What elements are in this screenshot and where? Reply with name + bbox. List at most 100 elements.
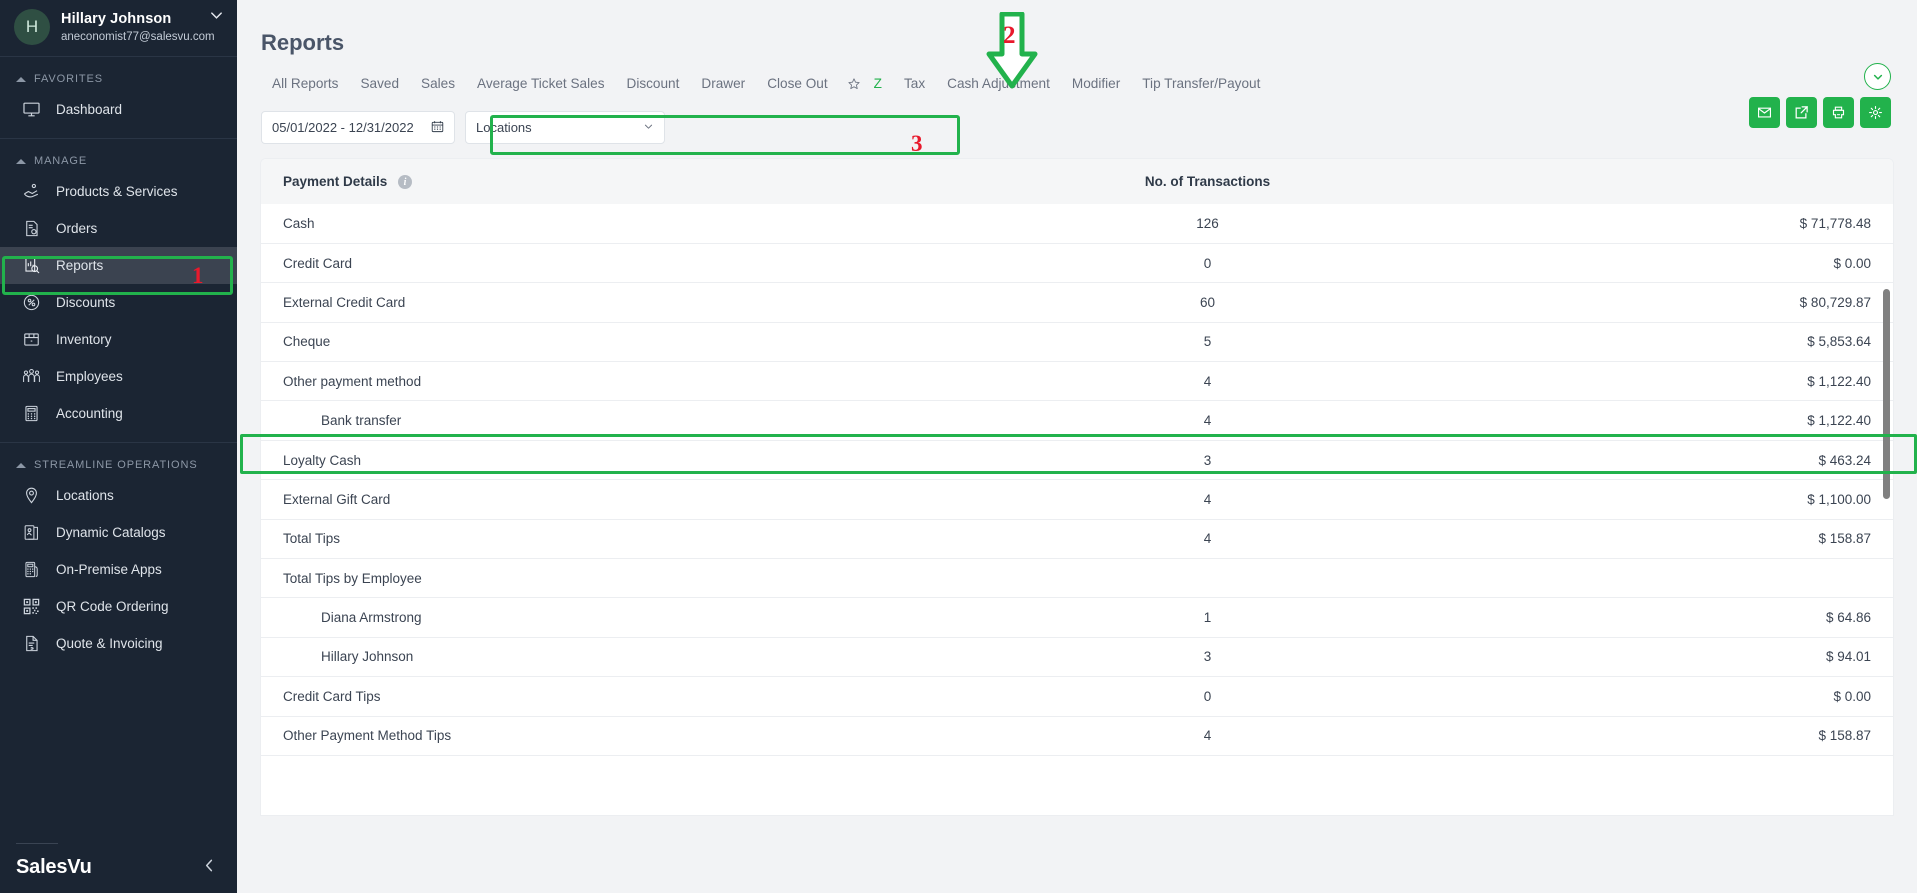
sidebar-group-favorites[interactable]: FAVORITES — [0, 57, 237, 91]
expand-tabs-button[interactable] — [1864, 63, 1891, 90]
table-row[interactable]: External Gift Card4$ 1,100.00 — [261, 480, 1893, 519]
sidebar-item-label: Discounts — [56, 295, 115, 310]
table-row[interactable]: Credit Card Tips0$ 0.00 — [261, 677, 1893, 716]
cell-transaction-count: 4 — [979, 401, 1436, 440]
user-profile[interactable]: H Hillary Johnson aneconomist77@salesvu.… — [0, 0, 237, 57]
chevron-left-icon[interactable] — [202, 858, 223, 878]
tab-drawer[interactable]: Drawer — [690, 72, 756, 97]
cell-transaction-count: 4 — [979, 480, 1436, 519]
tab-close-out[interactable]: Close Out — [756, 72, 838, 97]
sidebar-item-label: QR Code Ordering — [56, 599, 169, 614]
cell-amount: $ 1,100.00 — [1436, 480, 1893, 519]
email-button[interactable] — [1749, 97, 1780, 128]
star-icon[interactable] — [839, 73, 863, 97]
table-row[interactable]: Cheque5$ 5,853.64 — [261, 322, 1893, 361]
table-row[interactable]: Total Tips4$ 158.87 — [261, 519, 1893, 558]
table-header: Payment Details i No. of Transactions — [261, 159, 1893, 204]
sidebar-item-quote-invoicing[interactable]: Quote & Invoicing — [0, 625, 237, 662]
sidebar-group-streamline-operations[interactable]: STREAMLINE OPERATIONS — [0, 443, 237, 477]
filter-bar: 05/01/2022 - 12/31/2022 Locations — [237, 97, 1917, 144]
cell-transaction-count: 0 — [979, 243, 1436, 282]
table-row[interactable]: Loyalty Cash3$ 463.24 — [261, 440, 1893, 479]
cell-amount: $ 1,122.40 — [1436, 362, 1893, 401]
user-name: Hillary Johnson — [61, 10, 223, 28]
cell-transaction-count: 60 — [979, 283, 1436, 322]
date-range-input[interactable]: 05/01/2022 - 12/31/2022 — [261, 111, 455, 144]
table-row[interactable]: Credit Card0$ 0.00 — [261, 243, 1893, 282]
chevron-down-icon[interactable] — [209, 8, 224, 27]
qr-icon — [20, 596, 42, 618]
table-row[interactable]: External Credit Card60$ 80,729.87 — [261, 283, 1893, 322]
user-email: aneconomist77@salesvu.com — [61, 30, 223, 44]
info-icon[interactable]: i — [398, 175, 412, 189]
export-button[interactable] — [1786, 97, 1817, 128]
table-row[interactable]: Other payment method4$ 1,122.40 — [261, 362, 1893, 401]
table-row[interactable]: Diana Armstrong1$ 64.86 — [261, 598, 1893, 637]
cell-payment-detail: Hillary Johnson — [261, 637, 979, 676]
cell-amount: $ 94.01 — [1436, 637, 1893, 676]
locations-value: Locations — [476, 120, 532, 135]
sidebar-item-employees[interactable]: Employees — [0, 358, 237, 395]
table-row[interactable]: Bank transfer4$ 1,122.40 — [261, 401, 1893, 440]
brand-logo: SalesVu — [16, 856, 92, 879]
sidebar-item-accounting[interactable]: Accounting — [0, 395, 237, 432]
sidebar-item-products-services[interactable]: Products & Services — [0, 173, 237, 210]
group-label-text: FAVORITES — [34, 73, 103, 85]
table-row[interactable]: Total Tips by Employee — [261, 559, 1893, 598]
sidebar-item-on-premise-apps[interactable]: On-Premise Apps — [0, 551, 237, 588]
employees-icon — [20, 366, 42, 388]
tab-sales[interactable]: Sales — [410, 72, 466, 97]
vertical-scrollbar[interactable] — [1883, 289, 1890, 499]
cell-amount: $ 1,122.40 — [1436, 401, 1893, 440]
tab-tip-transfer-payout[interactable]: Tip Transfer/Payout — [1131, 72, 1271, 97]
tab-tax[interactable]: Tax — [893, 72, 936, 97]
sidebar-item-dashboard[interactable]: Dashboard — [0, 91, 237, 128]
column-payment-details: Payment Details i — [261, 159, 979, 204]
sidebar-item-label: Dashboard — [56, 102, 122, 117]
locations-select[interactable]: Locations — [465, 111, 665, 144]
cell-amount: $ 80,729.87 — [1436, 283, 1893, 322]
tab-average-ticket-sales[interactable]: Average Ticket Sales — [466, 72, 615, 97]
cell-amount: $ 0.00 — [1436, 677, 1893, 716]
tab-discount[interactable]: Discount — [616, 72, 691, 97]
calendar-icon[interactable] — [431, 120, 444, 136]
invoice-icon — [20, 633, 42, 655]
sidebar-item-dynamic-catalogs[interactable]: Dynamic Catalogs — [0, 514, 237, 551]
cell-amount: $ 158.87 — [1436, 716, 1893, 755]
cell-amount — [1436, 559, 1893, 598]
report-table: Payment Details i No. of Transactions Ca… — [261, 159, 1893, 756]
tab-z[interactable]: Z — [863, 72, 893, 97]
sidebar-item-discounts[interactable]: Discounts — [0, 284, 237, 321]
column-amount — [1436, 159, 1893, 204]
cell-amount: $ 0.00 — [1436, 243, 1893, 282]
sidebar-item-orders[interactable]: Orders — [0, 210, 237, 247]
table-row[interactable]: Cash126$ 71,778.48 — [261, 204, 1893, 243]
cell-transaction-count: 3 — [979, 637, 1436, 676]
sidebar-group-manage[interactable]: MANAGE — [0, 139, 237, 173]
sidebar-item-label: Dynamic Catalogs — [56, 525, 166, 540]
avatar: H — [14, 9, 50, 45]
caret-up-icon — [16, 463, 26, 468]
tab-saved[interactable]: Saved — [349, 72, 410, 97]
date-range-value: 05/01/2022 - 12/31/2022 — [272, 120, 414, 135]
table-row[interactable]: Other Payment Method Tips4$ 158.87 — [261, 716, 1893, 755]
sidebar-item-qr-code-ordering[interactable]: QR Code Ordering — [0, 588, 237, 625]
caret-up-icon — [16, 77, 26, 82]
cell-transaction-count: 3 — [979, 440, 1436, 479]
sidebar-item-locations[interactable]: Locations — [0, 477, 237, 514]
cell-payment-detail: Loyalty Cash — [261, 440, 979, 479]
cell-payment-detail: Bank transfer — [261, 401, 979, 440]
catalog-icon — [20, 522, 42, 544]
cell-transaction-count: 4 — [979, 519, 1436, 558]
settings-button[interactable] — [1860, 97, 1891, 128]
tab-modifier[interactable]: Modifier — [1061, 72, 1131, 97]
cell-payment-detail: Total Tips — [261, 519, 979, 558]
sidebar-item-reports[interactable]: Reports — [0, 247, 237, 284]
table-row[interactable]: Hillary Johnson3$ 94.01 — [261, 637, 1893, 676]
sidebar-item-inventory[interactable]: Inventory — [0, 321, 237, 358]
print-button[interactable] — [1823, 97, 1854, 128]
tab-all-reports[interactable]: All Reports — [261, 72, 349, 97]
tab-cash-adjustment[interactable]: Cash Adjustment — [936, 72, 1061, 97]
products-icon — [20, 181, 42, 203]
cell-amount: $ 71,778.48 — [1436, 204, 1893, 243]
